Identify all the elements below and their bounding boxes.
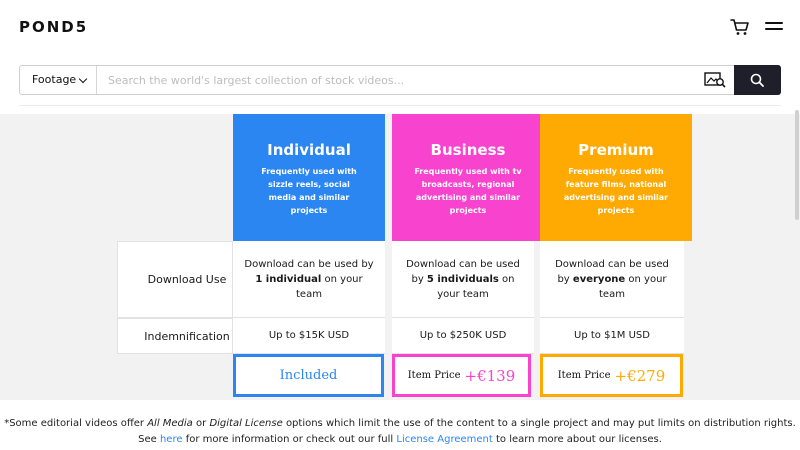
plan-title: Individual bbox=[267, 141, 351, 159]
plan-header-business: Business Frequently used with tv broadca… bbox=[392, 114, 544, 241]
here-link[interactable]: here bbox=[160, 434, 183, 445]
plan-header-premium: Premium Frequently used with feature fil… bbox=[540, 114, 692, 241]
download-use-business: Download can be used by 5 individuals on… bbox=[392, 241, 534, 318]
price-option-individual[interactable]: Included bbox=[233, 354, 384, 397]
search-button[interactable] bbox=[734, 65, 781, 95]
download-use-individual: Download can be used by 1 individual on … bbox=[233, 241, 385, 318]
price-value: +€279 bbox=[614, 366, 666, 385]
plan-title: Premium bbox=[578, 141, 654, 159]
license-footnote: *Some editorial videos offer All Media o… bbox=[4, 418, 796, 445]
pond5-logo[interactable]: POND5 bbox=[19, 18, 88, 36]
price-included-label: Included bbox=[279, 368, 338, 383]
price-value: +€139 bbox=[464, 366, 516, 385]
menu-icon[interactable] bbox=[765, 22, 783, 34]
header-divider bbox=[19, 105, 781, 106]
price-label: Item Price bbox=[557, 370, 611, 381]
plan-description: Frequently used with sizzle reels, socia… bbox=[261, 167, 357, 215]
download-use-premium: Download can be used by everyone on your… bbox=[540, 241, 684, 318]
price-option-premium[interactable]: Item Price +€279 bbox=[540, 354, 683, 397]
site-header: POND5 bbox=[0, 0, 800, 56]
chevron-down-icon bbox=[78, 74, 88, 84]
price-label: Item Price bbox=[407, 370, 461, 381]
row-label-indemnification: Indemnification bbox=[117, 318, 233, 354]
indemnification-premium: Up to $1M USD bbox=[540, 318, 684, 354]
cart-icon[interactable] bbox=[730, 18, 750, 36]
search-input[interactable] bbox=[108, 66, 698, 94]
search-icon bbox=[750, 73, 764, 87]
page-scrollbar[interactable] bbox=[795, 110, 799, 220]
price-option-business[interactable]: Item Price +€139 bbox=[392, 354, 531, 397]
search-bar: Footage bbox=[19, 65, 781, 95]
category-label: Footage bbox=[32, 73, 77, 86]
visual-search-icon[interactable] bbox=[704, 72, 726, 88]
indemnification-business: Up to $250K USD bbox=[392, 318, 534, 354]
plan-title: Business bbox=[430, 141, 506, 159]
plan-description: Frequently used with feature films, nati… bbox=[563, 167, 669, 215]
category-dropdown[interactable]: Footage bbox=[20, 66, 97, 94]
indemnification-individual: Up to $15K USD bbox=[233, 318, 385, 354]
plan-header-individual: Individual Frequently used with sizzle r… bbox=[233, 114, 385, 241]
license-agreement-link[interactable]: License Agreement bbox=[396, 434, 492, 445]
plan-description: Frequently used with tv broadcasts, regi… bbox=[414, 167, 522, 215]
row-label-download-use: Download Use bbox=[117, 241, 233, 318]
